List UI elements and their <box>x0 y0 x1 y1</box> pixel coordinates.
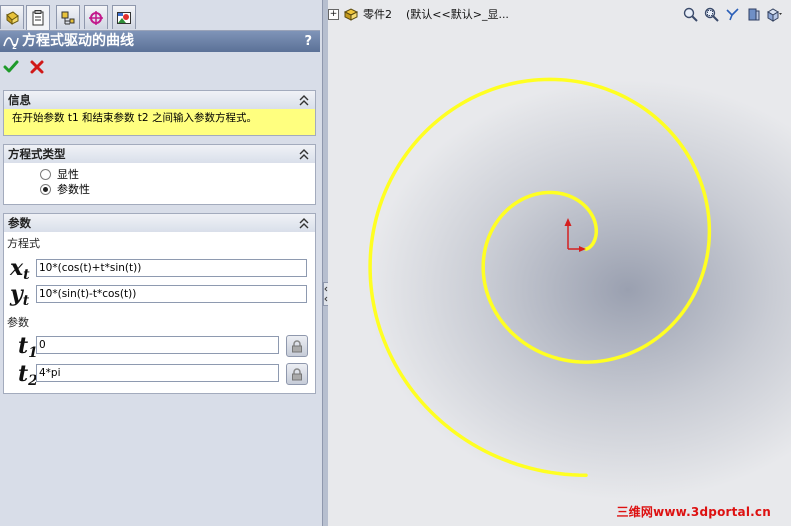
svg-text:Σ: Σ <box>12 43 17 50</box>
cancel-button[interactable] <box>29 59 45 75</box>
yt-var: y <box>10 281 23 307</box>
xt-equation-input[interactable]: 10*(cos(t)+t*sin(t)) <box>36 259 307 277</box>
radio-parametric[interactable]: 参数性 <box>40 182 90 196</box>
collapse-chevron-icon[interactable] <box>298 147 310 161</box>
xt-var: x <box>10 255 24 281</box>
parameter-label: 参数 <box>7 316 29 329</box>
yt-sub: t <box>22 293 30 309</box>
manager-tabs <box>0 5 320 31</box>
lock-icon <box>292 367 302 380</box>
t2-lock-button[interactable] <box>286 363 308 385</box>
tab-display-manager[interactable] <box>112 5 136 29</box>
lock-icon <box>292 339 302 352</box>
graphics-area[interactable]: + 零件2 (默认<<默认>_显... 三维网www.3dportal.cn <box>328 0 791 526</box>
t2-var: t <box>18 361 29 387</box>
property-manager: Σ 方程式驱动的曲线 ? 信息 在开始参数 t1 和结束参数 t2 之间输入参数… <box>0 0 322 526</box>
radio-explicit-circle[interactable] <box>40 168 51 180</box>
tab-dimxpert-manager[interactable] <box>84 5 108 29</box>
pm-title-bar: Σ 方程式驱动的曲线 ? <box>0 31 320 52</box>
equation-curve-icon: Σ <box>3 37 19 50</box>
t2-input[interactable]: 4*pi <box>36 364 279 382</box>
ok-button[interactable] <box>3 59 19 75</box>
equation-type-header[interactable]: 方程式类型 <box>4 145 315 163</box>
tab-feature-manager[interactable] <box>0 5 24 29</box>
property-manager-icon <box>32 10 44 26</box>
origin-triad <box>564 218 586 252</box>
equation-curve-viewport <box>368 77 712 477</box>
page-title: 方程式驱动的曲线 <box>22 33 134 49</box>
yt-equation-input[interactable]: 10*(sin(t)-t*cos(t)) <box>36 285 307 303</box>
spiral-curve[interactable] <box>368 77 712 477</box>
feature-tree-icon <box>6 10 19 25</box>
watermark: 三维网www.3dportal.cn <box>616 505 771 519</box>
help-button[interactable]: ? <box>304 31 312 52</box>
t2-symbol: t2 <box>18 363 38 392</box>
display-manager-icon <box>117 11 131 24</box>
t1-lock-button[interactable] <box>286 335 308 357</box>
tab-configuration-manager[interactable] <box>56 5 80 29</box>
equation-type-header-label: 方程式类型 <box>8 147 66 161</box>
info-message: 在开始参数 t1 和结束参数 t2 之间输入参数方程式。 <box>12 112 257 124</box>
crosshair-icon <box>89 10 103 25</box>
radio-parametric-label: 参数性 <box>57 183 90 196</box>
parameters-header[interactable]: 参数 <box>4 214 315 232</box>
info-message-box: 在开始参数 t1 和结束参数 t2 之间输入参数方程式。 <box>4 109 315 135</box>
radio-parametric-circle[interactable] <box>40 183 51 195</box>
tab-property-manager[interactable] <box>26 5 50 30</box>
collapse-chevron-icon[interactable] <box>298 93 310 107</box>
t1-symbol: t1 <box>18 335 38 364</box>
info-group: 信息 在开始参数 t1 和结束参数 t2 之间输入参数方程式。 <box>3 90 316 136</box>
info-header-label: 信息 <box>8 93 31 107</box>
yt-symbol: yt <box>10 283 29 312</box>
radio-explicit-label: 显性 <box>57 168 79 181</box>
collapse-chevron-icon[interactable] <box>298 216 310 230</box>
t1-var: t <box>18 333 29 359</box>
configuration-manager-icon <box>61 11 75 24</box>
equation-type-group: 方程式类型 显性 参数性 <box>3 144 316 205</box>
xt-sub: t <box>23 267 30 283</box>
equation-label: 方程式 <box>7 237 40 250</box>
info-header[interactable]: 信息 <box>4 91 315 109</box>
parameters-header-label: 参数 <box>8 216 31 230</box>
t1-input[interactable]: 0 <box>36 336 279 354</box>
parameters-group: 参数 方程式 xt 10*(cos(t)+t*sin(t)) yt 10*(si… <box>3 213 316 394</box>
radio-explicit[interactable]: 显性 <box>40 167 79 181</box>
